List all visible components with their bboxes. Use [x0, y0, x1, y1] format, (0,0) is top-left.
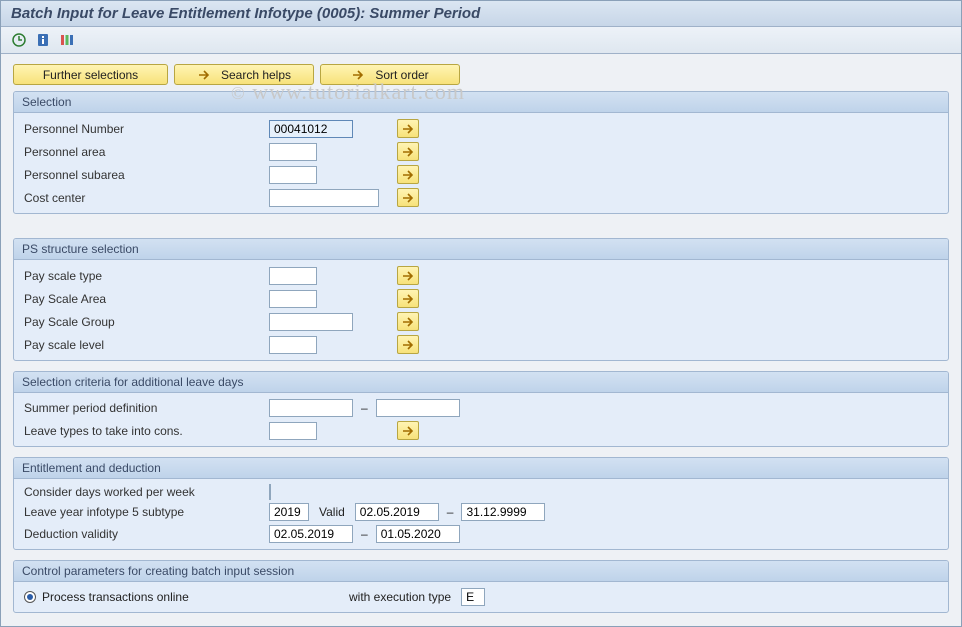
pay-scale-level-label: Pay scale level	[24, 338, 269, 352]
group-title: Entitlement and deduction	[14, 458, 948, 479]
arrow-right-icon	[197, 68, 211, 82]
button-label: Sort order	[375, 68, 428, 82]
group-additional-leave: Selection criteria for additional leave …	[13, 371, 949, 447]
leave-types-input[interactable]	[269, 422, 317, 440]
group-control-params: Control parameters for creating batch in…	[13, 560, 949, 613]
leave-year-input[interactable]	[269, 503, 309, 521]
group-entitlement: Entitlement and deduction Consider days …	[13, 457, 949, 550]
pay-scale-level-input[interactable]	[269, 336, 317, 354]
personnel-area-input[interactable]	[269, 143, 317, 161]
group-title: Control parameters for creating batch in…	[14, 561, 948, 582]
pay-scale-area-label: Pay Scale Area	[24, 292, 269, 306]
app-toolbar	[1, 27, 961, 54]
deduction-label: Deduction validity	[24, 527, 269, 541]
consider-days-checkbox[interactable]	[269, 484, 271, 500]
group-title: Selection	[14, 92, 948, 113]
consider-days-label: Consider days worked per week	[24, 485, 269, 499]
button-label: Further selections	[43, 68, 138, 82]
pay-scale-group-label: Pay Scale Group	[24, 315, 269, 329]
personnel-subarea-input[interactable]	[269, 166, 317, 184]
leave-types-label: Leave types to take into cons.	[24, 424, 269, 438]
personnel-number-input[interactable]	[269, 120, 353, 138]
group-title: PS structure selection	[14, 239, 948, 260]
multiple-selection-icon[interactable]	[397, 188, 419, 207]
multiple-selection-icon[interactable]	[397, 312, 419, 331]
valid-from-input[interactable]	[355, 503, 439, 521]
execute-icon[interactable]	[9, 31, 29, 49]
valid-to-input[interactable]	[461, 503, 545, 521]
range-dash: –	[353, 527, 376, 541]
multiple-selection-icon[interactable]	[397, 289, 419, 308]
arrow-right-icon	[351, 68, 365, 82]
valid-label: Valid	[309, 505, 355, 519]
search-helps-button[interactable]: Search helps	[174, 64, 314, 85]
process-online-label: Process transactions online	[42, 590, 189, 604]
multiple-selection-icon[interactable]	[397, 142, 419, 161]
leave-year-label: Leave year infotype 5 subtype	[24, 505, 269, 519]
page-title: Batch Input for Leave Entitlement Infoty…	[1, 1, 961, 27]
multiple-selection-icon[interactable]	[397, 335, 419, 354]
summer-period-from-input[interactable]	[269, 399, 353, 417]
pay-scale-group-input[interactable]	[269, 313, 353, 331]
sort-order-button[interactable]: Sort order	[320, 64, 460, 85]
pay-scale-type-input[interactable]	[269, 267, 317, 285]
range-dash: –	[439, 505, 462, 519]
exec-type-label: with execution type	[349, 590, 461, 604]
info-icon[interactable]	[33, 31, 53, 49]
multiple-selection-icon[interactable]	[397, 165, 419, 184]
button-label: Search helps	[221, 68, 291, 82]
personnel-number-label: Personnel Number	[24, 122, 269, 136]
group-ps-structure: PS structure selection Pay scale type Pa…	[13, 238, 949, 361]
cost-center-label: Cost center	[24, 191, 269, 205]
cost-center-input[interactable]	[269, 189, 379, 207]
deduction-to-input[interactable]	[376, 525, 460, 543]
summer-period-to-input[interactable]	[376, 399, 460, 417]
process-online-radio[interactable]	[24, 591, 36, 603]
multiple-selection-icon[interactable]	[397, 119, 419, 138]
personnel-area-label: Personnel area	[24, 145, 269, 159]
group-selection: Selection Personnel Number Personnel are…	[13, 91, 949, 214]
exec-type-input[interactable]	[461, 588, 485, 606]
pay-scale-area-input[interactable]	[269, 290, 317, 308]
group-title: Selection criteria for additional leave …	[14, 372, 948, 393]
multiple-selection-icon[interactable]	[397, 421, 419, 440]
personnel-subarea-label: Personnel subarea	[24, 168, 269, 182]
multiple-selection-icon[interactable]	[397, 266, 419, 285]
summer-period-label: Summer period definition	[24, 401, 269, 415]
deduction-from-input[interactable]	[269, 525, 353, 543]
further-selections-button[interactable]: Further selections	[13, 64, 168, 85]
pay-scale-type-label: Pay scale type	[24, 269, 269, 283]
variant-icon[interactable]	[57, 31, 77, 49]
range-dash: –	[353, 401, 376, 415]
main-content: Further selections Search helps Sort ord…	[1, 54, 961, 623]
top-button-row: Further selections Search helps Sort ord…	[13, 64, 949, 85]
